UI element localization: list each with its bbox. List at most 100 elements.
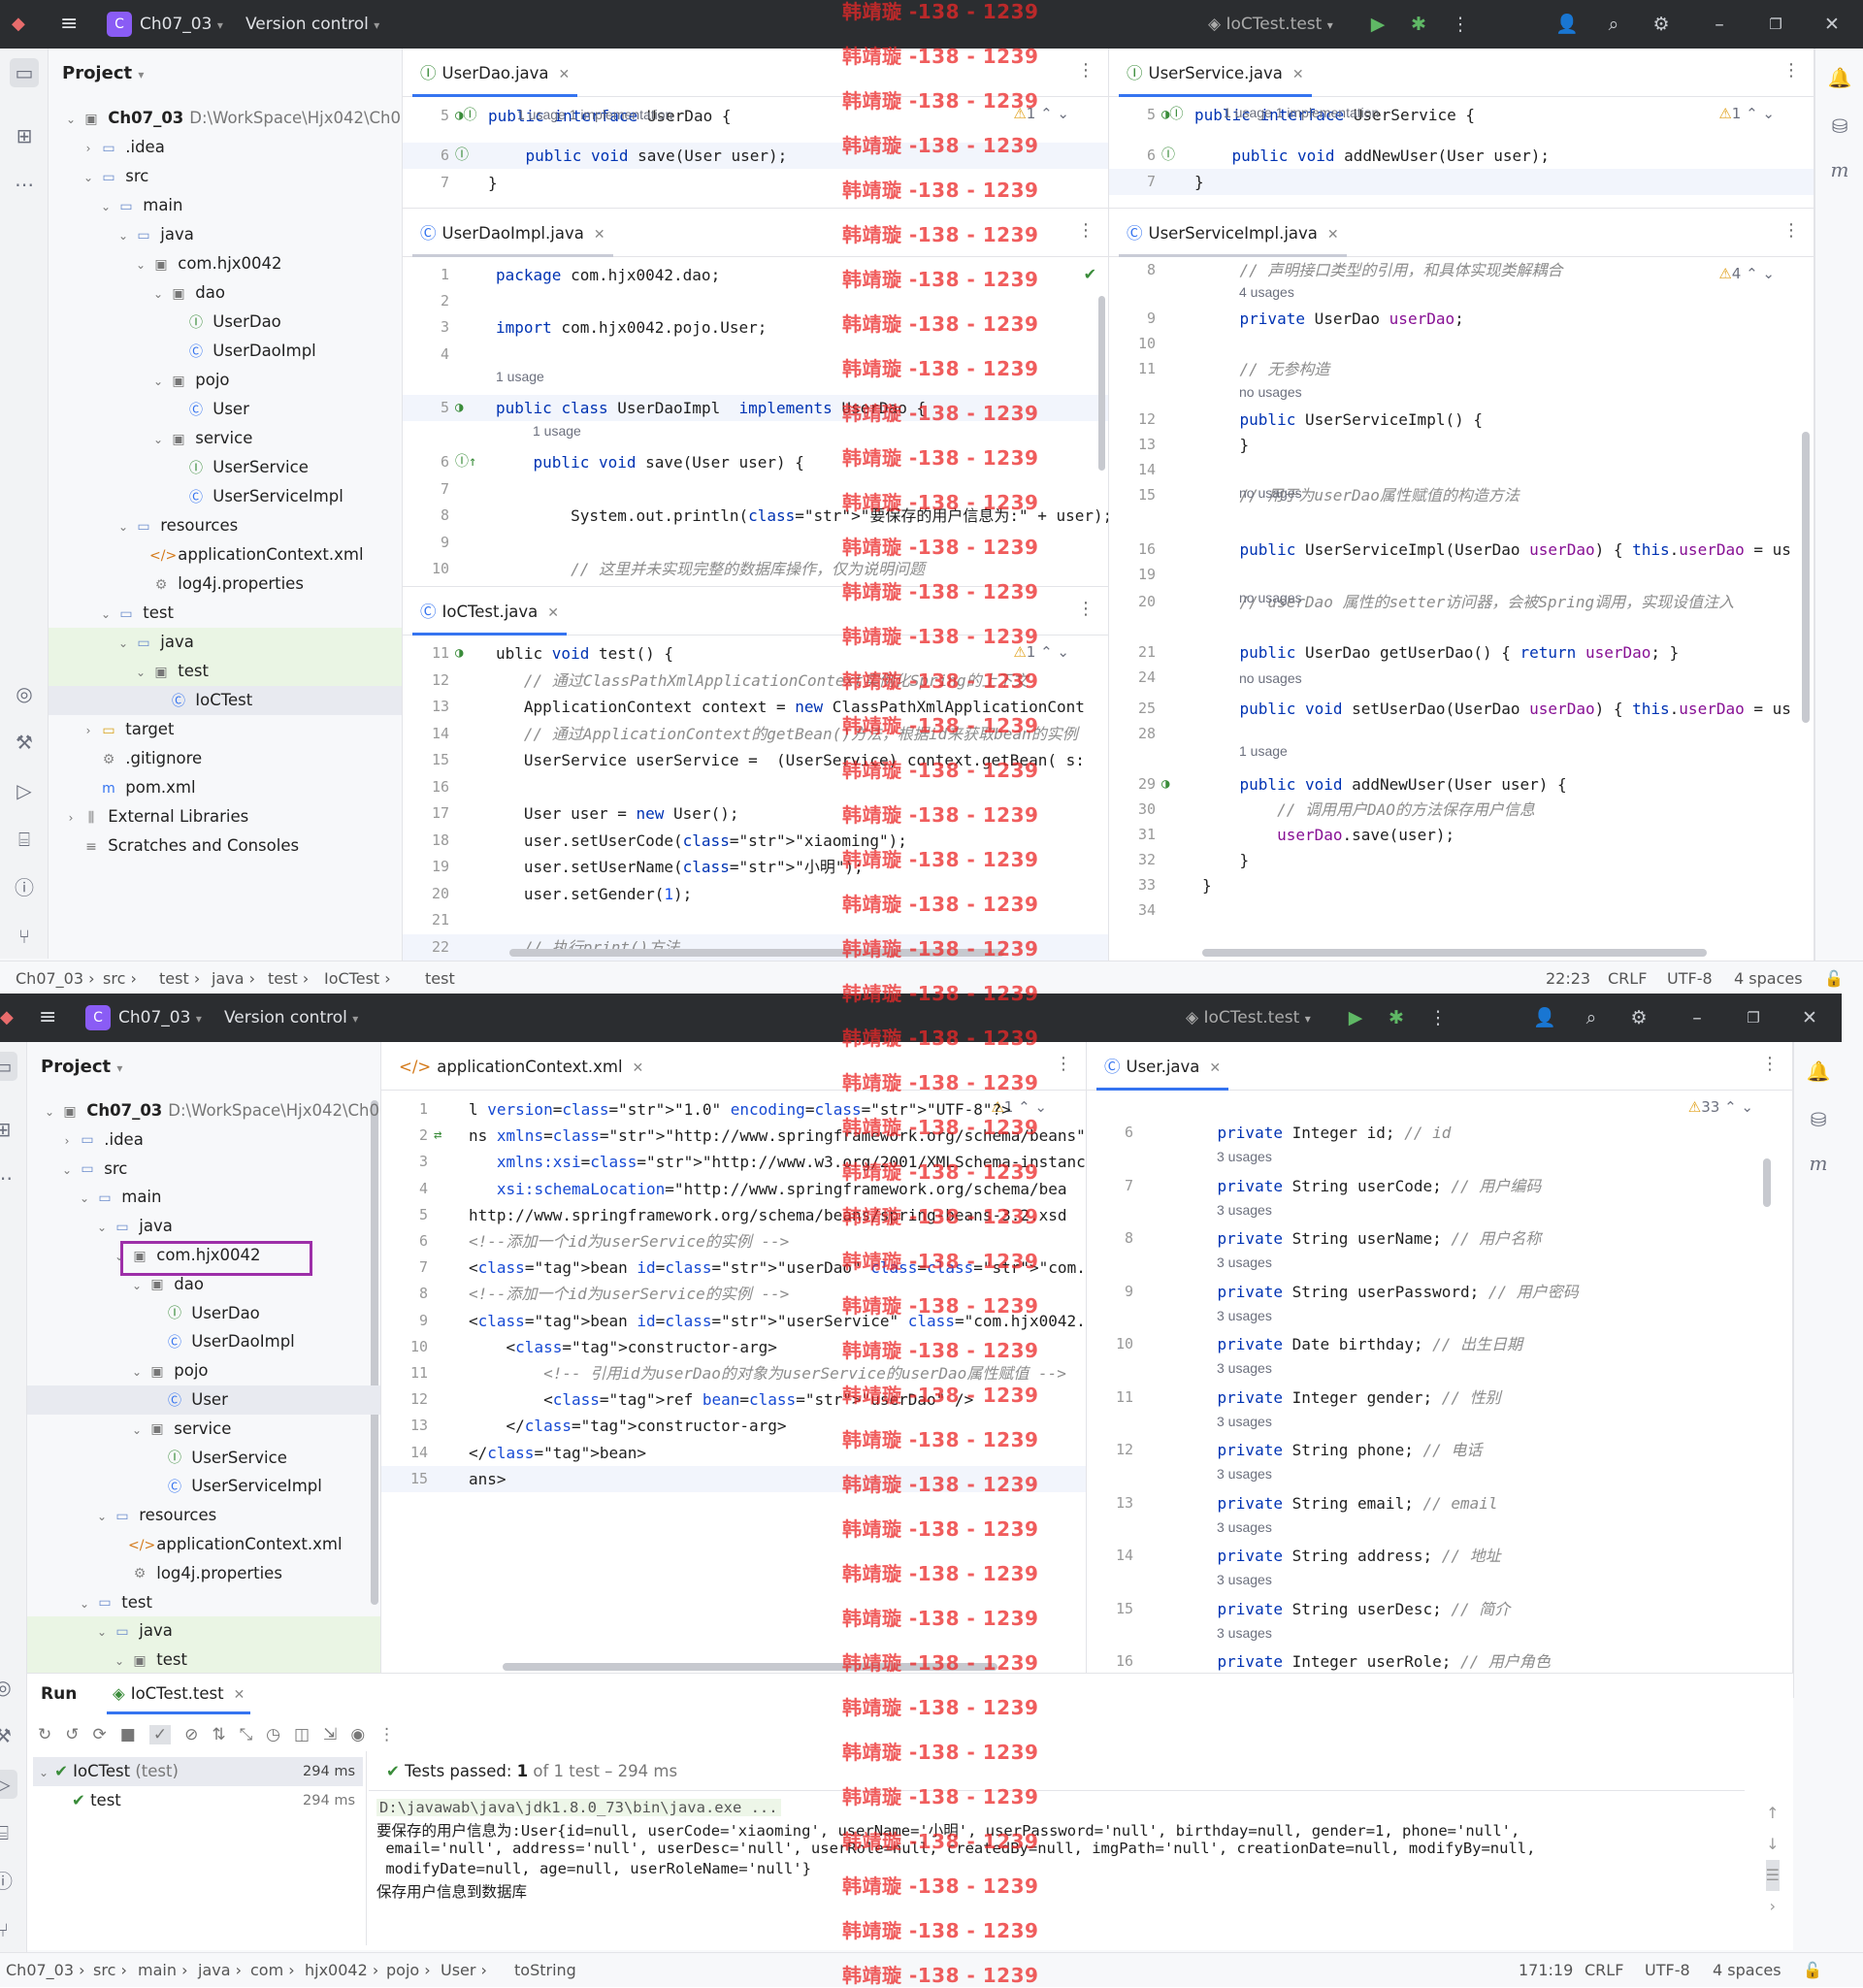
chevron-right-icon[interactable]: › bbox=[1766, 1891, 1780, 1922]
code-line[interactable]: 28 bbox=[1109, 721, 1814, 747]
search-icon[interactable]: ⌕ bbox=[1577, 1003, 1606, 1032]
tab-userservice[interactable]: Ⓘ UserService.java ✕ bbox=[1119, 49, 1312, 97]
tree-item[interactable]: › ⫼ External Libraries bbox=[49, 802, 402, 831]
coverage-icon[interactable]: ◉ bbox=[350, 1725, 365, 1744]
settings-icon[interactable]: ⚙ bbox=[1647, 10, 1676, 39]
chevron-down-icon[interactable]: ⌄ bbox=[128, 1416, 146, 1445]
tree-item[interactable]: Ⓘ UserDao bbox=[27, 1299, 380, 1328]
code-line[interactable]: 3 xmlns:xsi=class="str">"http://www.w3.o… bbox=[381, 1149, 1086, 1175]
usage-hint[interactable]: 1 usage bbox=[533, 420, 581, 441]
tree-item[interactable]: ⌄ ▣ Ch07_03 D:\WorkSpace\Hjx042\Ch07 bbox=[27, 1096, 380, 1125]
editor-menu-icon[interactable]: ⋮ bbox=[1782, 220, 1800, 241]
problems-tool-icon[interactable]: ⓘ bbox=[10, 873, 39, 902]
close-tab-icon[interactable]: ✕ bbox=[559, 67, 571, 82]
tree-item[interactable]: Ⓒ IoCTest bbox=[49, 686, 402, 715]
code-line[interactable]: 25 public void setUserDao(UserDao userDa… bbox=[1109, 696, 1814, 722]
code-line[interactable]: 5 http://www.springframework.org/schema/b… bbox=[381, 1202, 1086, 1228]
breadcrumb-item[interactable]: Ch07_03 › bbox=[6, 1953, 85, 1987]
breadcrumb-item[interactable]: Ch07_03 › bbox=[16, 961, 95, 994]
gutter-icon[interactable]: Ⓘ↑ bbox=[455, 449, 494, 475]
tree-item[interactable]: ⌄ ▣ pojo bbox=[49, 366, 402, 395]
file-encoding[interactable]: UTF-8 bbox=[1667, 961, 1713, 994]
code-line[interactable]: 33} bbox=[1109, 872, 1814, 898]
code-line[interactable]: 32 } bbox=[1109, 847, 1814, 873]
code-line[interactable]: 9 private String userPassword; // 用户密码 bbox=[1087, 1279, 1792, 1305]
lock-icon[interactable]: 🔓 bbox=[1803, 1953, 1822, 1987]
usage-hint[interactable]: 3 usages bbox=[1217, 1252, 1272, 1273]
chevron-down-icon[interactable]: ⌄ bbox=[93, 1502, 111, 1531]
show-passed-icon[interactable]: ✓ bbox=[148, 1725, 172, 1744]
tree-item[interactable]: Ⓒ User bbox=[49, 395, 402, 424]
tree-item[interactable]: m pom.xml bbox=[49, 773, 402, 802]
file-encoding[interactable]: UTF-8 bbox=[1645, 1953, 1690, 1987]
tree-item[interactable]: ⌄ ▭ resources bbox=[27, 1501, 380, 1530]
tree-item[interactable]: </> applicationContext.xml bbox=[27, 1530, 380, 1559]
code-line[interactable]: 5 ◑Ⓘ public interface UserService { bbox=[1109, 102, 1814, 128]
h-scrollbar[interactable] bbox=[509, 949, 1004, 957]
code-line[interactable]: 11 <!-- 引用id为userDao的对象为userService的user… bbox=[381, 1360, 1086, 1386]
code-line[interactable]: 15 // 用于为userDao属性赋值的构造方法 bbox=[1109, 482, 1814, 508]
build-tool-icon[interactable]: ⚒ bbox=[0, 1721, 17, 1750]
editor-menu-icon[interactable]: ⋮ bbox=[1761, 1054, 1779, 1074]
more-actions-icon[interactable]: ⋮ bbox=[1423, 1003, 1453, 1032]
chevron-down-icon[interactable]: ⌄ bbox=[97, 192, 114, 221]
screenshot-icon[interactable]: ◫ bbox=[294, 1725, 310, 1744]
code-line[interactable]: 15 private String userDesc; // 简介 bbox=[1087, 1596, 1792, 1622]
code-line[interactable]: 2 bbox=[403, 288, 1108, 314]
code-line[interactable]: 14 // 通过ApplicationContext的getBean()方法，根… bbox=[403, 721, 1108, 747]
scrollbar[interactable] bbox=[1802, 432, 1810, 723]
code-line[interactable]: 10 // 这里并未实现完整的数据库操作，仅为说明问题 bbox=[403, 556, 1108, 582]
tree-item[interactable]: ⚙ log4j.properties bbox=[49, 570, 402, 599]
maven-icon[interactable]: m bbox=[1804, 1149, 1833, 1178]
rerun-failed-icon[interactable]: ↺ bbox=[65, 1725, 79, 1744]
code-line[interactable]: 6 <!--添加一个id为userService的实例 --> bbox=[381, 1228, 1086, 1255]
chevron-down-icon[interactable]: ⌄ bbox=[114, 629, 132, 658]
code-line[interactable]: 11 ◑ ublic void test() { bbox=[403, 640, 1108, 667]
code-line[interactable]: 6 Ⓘ public void save(User user); bbox=[403, 143, 1108, 169]
chevron-right-icon[interactable]: › bbox=[80, 134, 97, 163]
settings-icon[interactable]: ⚙ bbox=[1624, 1003, 1653, 1032]
minimize-icon[interactable]: – bbox=[1683, 1003, 1712, 1032]
main-menu-icon[interactable]: ≡ bbox=[39, 994, 56, 1042]
close-tab-icon[interactable]: ✕ bbox=[1327, 227, 1339, 243]
arrow-up-icon[interactable]: ↑ bbox=[1766, 1798, 1780, 1829]
usage-hint[interactable]: 3 usages bbox=[1217, 1569, 1272, 1590]
vcs-menu[interactable]: Version control ▾ bbox=[245, 0, 379, 49]
tree-item[interactable]: ⌄ ▣ Ch07_03 D:\WorkSpace\Hjx042\Ch07 bbox=[49, 104, 402, 133]
tree-item[interactable]: ⌄ ▣ com.hjx0042 bbox=[49, 249, 402, 278]
git-tool-icon[interactable]: ⑂ bbox=[0, 1915, 17, 1944]
code-line[interactable]: 13 </class="tag">constructor-arg> bbox=[381, 1413, 1086, 1439]
test-tree-row-method[interactable]: ✔ test 294 ms bbox=[33, 1786, 363, 1815]
code-line[interactable]: 11 // 无参构造 bbox=[1109, 356, 1814, 382]
code-line[interactable]: 21 public UserDao getUserDao() { return … bbox=[1109, 639, 1814, 666]
code-line[interactable]: 10 private Date birthday; // 出生日期 bbox=[1087, 1331, 1792, 1357]
h-scrollbar[interactable] bbox=[503, 1663, 997, 1671]
chevron-right-icon[interactable]: › bbox=[80, 716, 97, 745]
tree-item[interactable]: ⌄ ▭ java bbox=[27, 1212, 380, 1241]
build-tool-icon[interactable]: ⚒ bbox=[10, 728, 39, 757]
tree-item[interactable]: ⌄ ▣ pojo bbox=[27, 1356, 380, 1385]
usage-hint[interactable]: no usages bbox=[1239, 587, 1302, 608]
chevron-down-icon[interactable]: ⌄ bbox=[58, 1156, 76, 1185]
notifications-icon[interactable]: 🔔 bbox=[1804, 1057, 1833, 1086]
code-line[interactable]: 30 // 调用用户DAO的方法保存用户信息 bbox=[1109, 797, 1814, 823]
code-line[interactable]: 13 } bbox=[1109, 432, 1814, 458]
tree-item[interactable]: ⌄ ▭ java bbox=[27, 1616, 380, 1646]
gutter-icon[interactable]: ◑ bbox=[455, 395, 494, 421]
line-separator[interactable]: CRLF bbox=[1585, 1953, 1623, 1987]
usage-hint[interactable]: 3 usages bbox=[1217, 1357, 1272, 1379]
console-output[interactable]: D:\javawab\java\jdk1.8.0_73\bin\java.exe… bbox=[369, 1790, 1745, 1951]
lock-icon[interactable]: 🔓 bbox=[1824, 961, 1844, 994]
inspection-widget[interactable]: ⚠33 ⌃ ⌄ bbox=[1688, 1098, 1753, 1116]
tree-item[interactable]: ⚙ .gitignore bbox=[49, 744, 402, 773]
run-tool-icon[interactable]: ▷ bbox=[10, 776, 39, 805]
main-menu-icon[interactable]: ≡ bbox=[60, 0, 78, 49]
chevron-right-icon[interactable]: › bbox=[58, 1126, 76, 1156]
tree-item[interactable]: ⌄ ▭ main bbox=[49, 191, 402, 220]
terminal-tool-icon[interactable]: ⌸ bbox=[10, 825, 39, 854]
code-line[interactable]: 15 UserService userService = (UserServic… bbox=[403, 747, 1108, 773]
tab-userserviceimpl[interactable]: Ⓒ UserServiceImpl.java ✕ bbox=[1119, 209, 1347, 257]
chevron-down-icon[interactable]: ⌄ bbox=[149, 367, 167, 396]
caret-position[interactable]: 22:23 bbox=[1546, 961, 1590, 994]
editor-menu-icon[interactable]: ⋮ bbox=[1055, 1054, 1072, 1074]
